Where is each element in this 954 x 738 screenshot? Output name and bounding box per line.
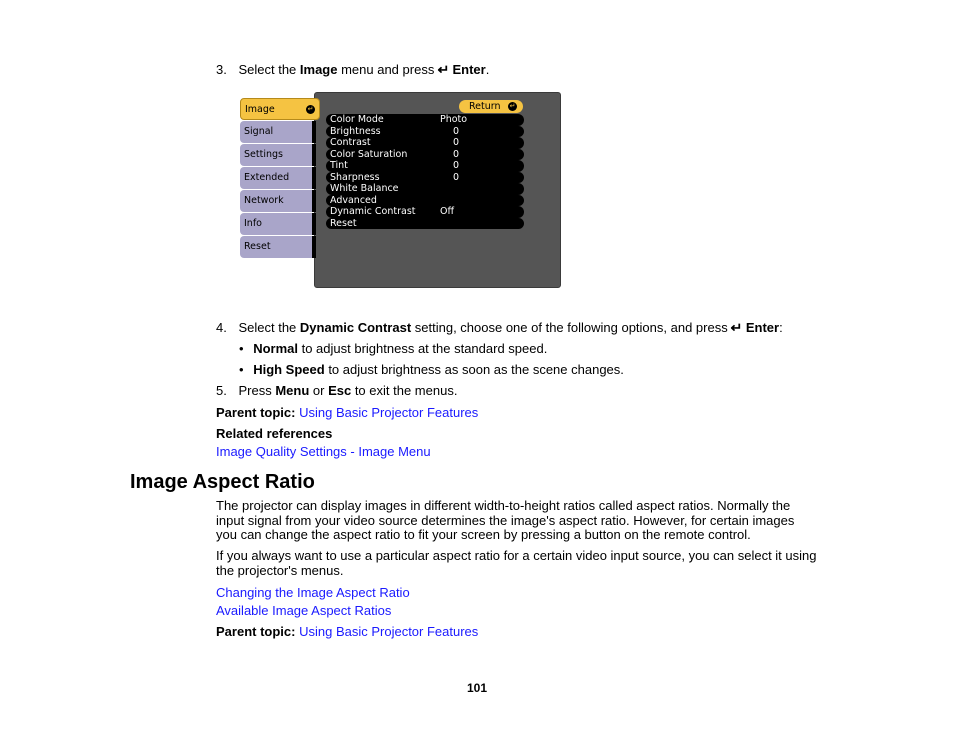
step-text: setting, choose one of the following opt… [411, 320, 732, 335]
item-label: Dynamic Contrast [330, 206, 416, 217]
tab-info[interactable]: Info [240, 213, 316, 235]
enter-icon: ↵ [306, 105, 315, 114]
changing-aspect-ratio-link[interactable]: Changing the Image Aspect Ratio [216, 585, 410, 600]
item-label: Sharpness [330, 171, 380, 183]
menu-item-sharpness[interactable]: Sharpness 0 [326, 171, 524, 183]
bullet-icon: • [239, 341, 244, 356]
item-value: Photo [440, 114, 468, 125]
tab-label: Network [244, 195, 284, 206]
return-label: Return [469, 101, 501, 112]
punctuation: : [779, 320, 783, 335]
tab-extended[interactable]: Extended [240, 167, 316, 189]
item-label: Brightness [330, 125, 381, 137]
step-text: or [309, 383, 329, 398]
tab-label: Info [244, 218, 262, 229]
menu-item-advanced[interactable]: Advanced [326, 194, 524, 206]
item-value: 0 [453, 148, 460, 160]
item-value: 0 [453, 160, 460, 171]
item-label: Advanced [330, 194, 377, 206]
item-label: Reset [330, 217, 357, 229]
tab-reset[interactable]: Reset [240, 236, 316, 258]
item-label: Color Saturation [330, 148, 408, 160]
bullet-text: to adjust brightness at the standard spe… [297, 341, 548, 356]
menu-item-contrast[interactable]: Contrast 0 [326, 137, 524, 149]
projector-menu-screenshot: Image ↵ Signal Settings Extended Network… [238, 92, 561, 288]
menu-item-white-balance[interactable]: White Balance [326, 183, 524, 195]
section-paragraph-2: If you always want to use a particular a… [216, 548, 817, 578]
tab-label: Image [245, 104, 275, 115]
item-label: Contrast [330, 137, 371, 148]
parent-topic: Parent topic: Using Basic Projector Feat… [216, 405, 478, 420]
step-bold: Esc [328, 383, 352, 398]
enter-label: Enter [745, 320, 780, 335]
menu-item-color-mode[interactable]: Color Mode Photo [326, 114, 524, 126]
tab-network[interactable]: Network [240, 190, 316, 212]
section-parent-topic: Parent topic: Using Basic Projector Feat… [216, 624, 478, 639]
section-paragraph-1: The projector can display images in diff… [216, 498, 795, 543]
step-3: 3. Select the Image menu and press ↵ Ent… [216, 62, 489, 78]
tab-image[interactable]: Image ↵ [240, 98, 320, 120]
step-5: 5. Press Menu or Esc to exit the menus. [216, 383, 457, 398]
parent-topic-link[interactable]: Using Basic Projector Features [299, 624, 478, 639]
bullet-high-speed: • High Speed to adjust brightness as soo… [239, 362, 624, 377]
item-value: 0 [453, 125, 460, 137]
related-label: Related references [216, 426, 333, 441]
menu-item-dynamic-contrast[interactable]: Dynamic Contrast Off [326, 206, 524, 218]
menu-item-color-saturation[interactable]: Color Saturation 0 [326, 148, 524, 160]
bullet-normal: • Normal to adjust brightness at the sta… [239, 341, 547, 356]
step-4: 4. Select the Dynamic Contrast setting, … [216, 320, 783, 336]
item-label: Tint [330, 160, 348, 171]
step-number: 5. [216, 383, 227, 398]
menu-item-reset[interactable]: Reset [326, 217, 524, 229]
enter-label: Enter [452, 62, 486, 77]
menu-items: Color Mode Photo Brightness 0 Contrast 0 Co… [326, 114, 524, 229]
item-value: 0 [453, 171, 460, 183]
paragraph-line: you can change the aspect ratio to fit y… [216, 527, 751, 542]
available-aspect-ratios-link[interactable]: Available Image Aspect Ratios [216, 603, 391, 618]
step-bold: Menu [275, 383, 310, 398]
paragraph-line: input signal from your video source dete… [216, 512, 795, 528]
enter-icon: ↵ [508, 102, 517, 111]
item-label: Color Mode [330, 114, 384, 125]
step-number: 3. [216, 62, 227, 77]
step-text: to exit the menus. [351, 383, 458, 398]
bullet-bold: High Speed [253, 362, 325, 377]
tab-signal[interactable]: Signal [240, 121, 316, 143]
section-title: Image Aspect Ratio [130, 471, 315, 493]
parent-topic-link[interactable]: Using Basic Projector Features [299, 405, 478, 420]
enter-icon: ↵ [437, 62, 450, 77]
punctuation: . [485, 62, 490, 77]
item-value: 0 [453, 137, 460, 148]
parent-topic-label: Parent topic: [216, 624, 296, 639]
bullet-bold: Normal [253, 341, 298, 356]
menu-item-brightness[interactable]: Brightness 0 [326, 125, 524, 137]
step-text: Press [238, 383, 276, 398]
paragraph-line: If you always want to use a particular a… [216, 548, 817, 563]
step-text: Select the [238, 62, 300, 77]
page-number: 101 [467, 681, 488, 695]
paragraph-line: the projector's menus. [216, 562, 344, 578]
menu-item-tint[interactable]: Tint 0 [326, 160, 524, 172]
bullet-icon: • [239, 362, 244, 377]
step-text: menu and press [337, 62, 438, 77]
step-bold: Image [299, 62, 338, 77]
step-bold: Dynamic Contrast [299, 320, 412, 335]
return-button[interactable]: Return ↵ [459, 100, 523, 113]
related-reference-link[interactable]: Image Quality Settings - Image Menu [216, 444, 431, 459]
tab-label: Reset [244, 241, 271, 252]
related-references-heading: Related references [216, 426, 332, 441]
paragraph-line: The projector can display images in diff… [216, 498, 791, 513]
step-number: 4. [216, 320, 227, 335]
tab-settings[interactable]: Settings [240, 144, 316, 166]
bullet-text: to adjust brightness as soon as the scen… [324, 362, 624, 377]
item-value: Off [440, 206, 455, 217]
enter-icon: ↵ [730, 320, 743, 335]
step-text: Select the [238, 320, 300, 335]
tab-label: Settings [244, 149, 283, 160]
item-label: White Balance [330, 183, 399, 194]
tab-label: Signal [244, 126, 274, 137]
parent-topic-label: Parent topic: [216, 405, 296, 420]
tab-label: Extended [244, 172, 290, 183]
